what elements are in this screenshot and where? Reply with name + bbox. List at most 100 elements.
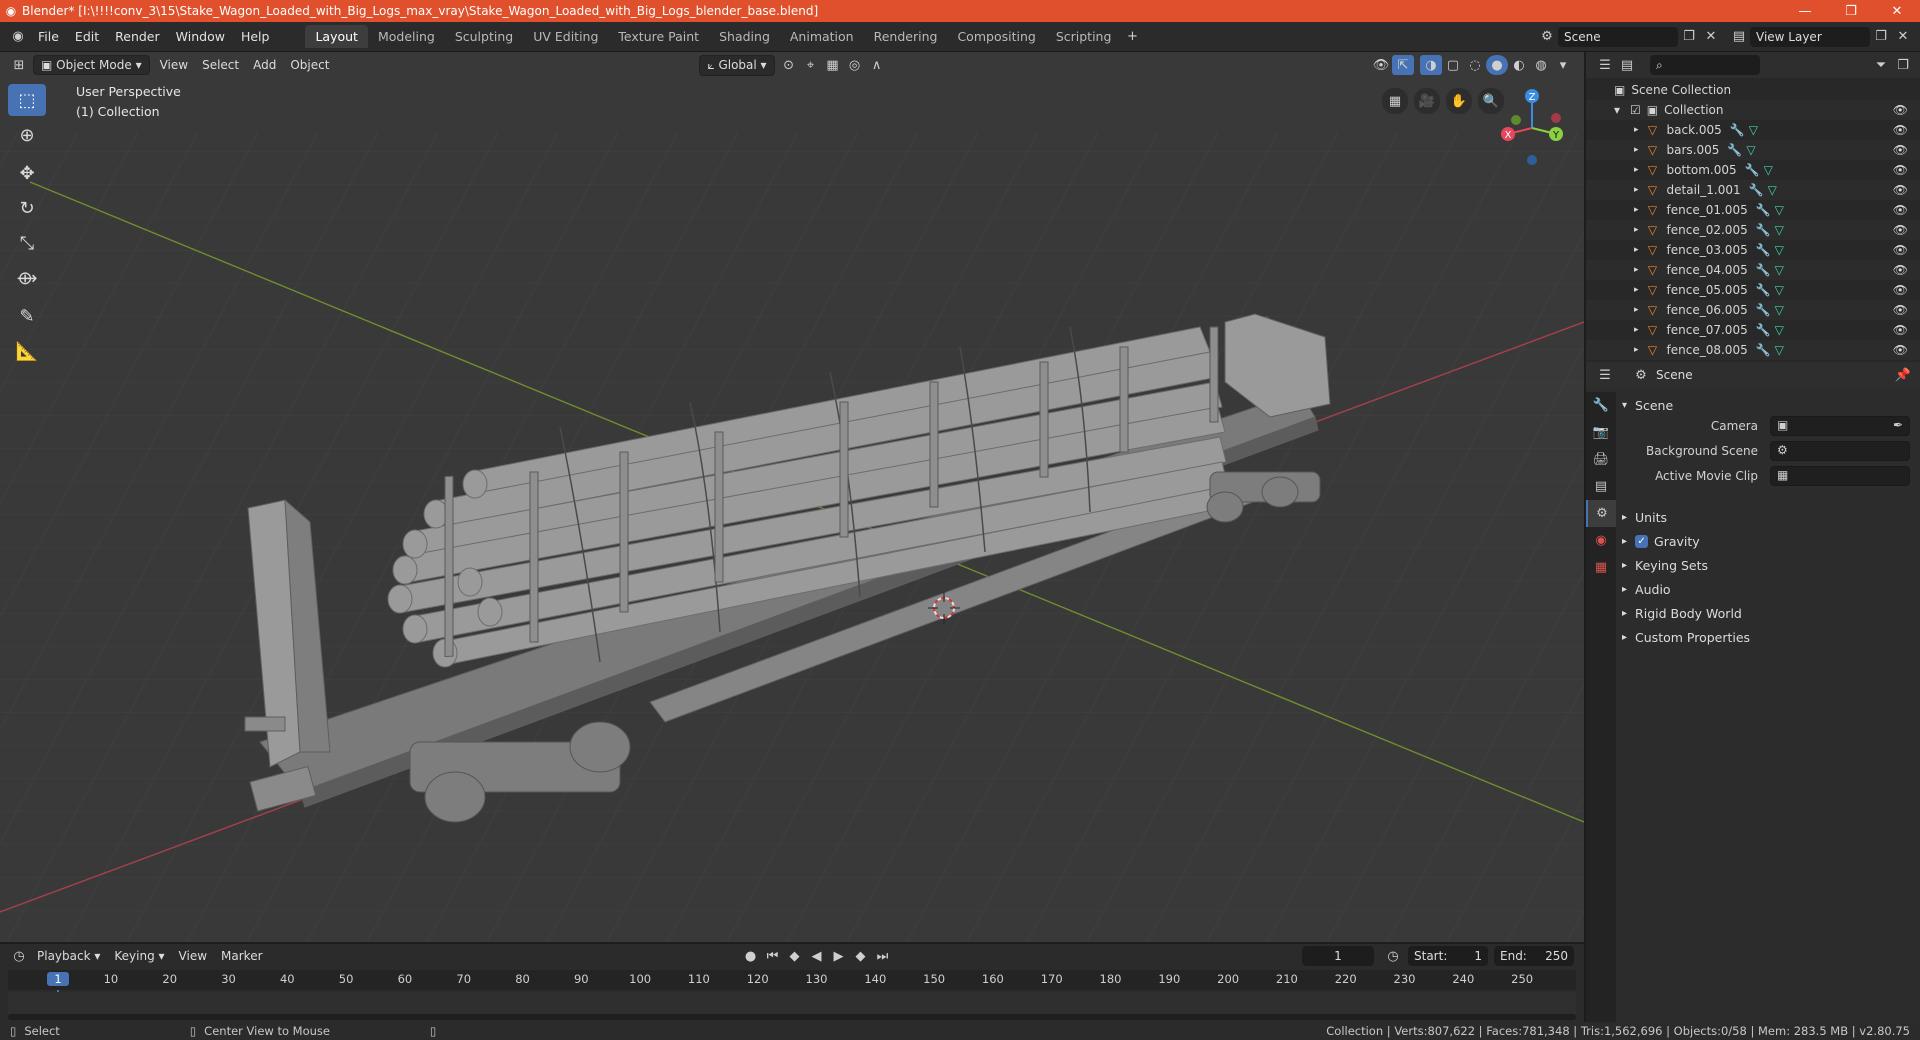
expand-arrow-icon[interactable]: ▸ [1634,145,1639,155]
mesh-data-icon[interactable]: ▽ [1746,143,1755,157]
outliner-object-row[interactable]: ▸ ▽ fence_01.005 🔧 ▽ 👁 [1586,200,1920,220]
expand-arrow-icon[interactable]: ▸ [1634,285,1639,295]
scene-tab-icon[interactable]: ⚙ [1586,500,1616,527]
cursor-tool-icon[interactable]: ⊕ [8,119,46,151]
mesh-data-icon[interactable]: ▽ [1775,263,1784,277]
tool-tab-icon[interactable]: 🔧 [1586,392,1616,419]
output-tab-icon[interactable]: 🖨 [1586,446,1616,473]
viewport-menu-view[interactable]: View [153,56,195,74]
tab-rendering[interactable]: Rendering [864,25,948,48]
visibility-eye-icon[interactable]: 👁 [1893,343,1908,357]
visibility-eye-icon[interactable]: 👁 [1893,283,1908,297]
snap-target-icon[interactable]: ▦ [822,55,844,75]
outliner-object-row[interactable]: ▸ ▽ fence_03.005 🔧 ▽ 👁 [1586,240,1920,260]
checkbox-icon[interactable]: ☑ [1630,103,1641,117]
expand-arrow-icon[interactable]: ▾ [1614,103,1620,117]
viewport-menu-select[interactable]: Select [195,56,246,74]
expand-arrow-icon[interactable]: ▸ [1634,205,1639,215]
editor-type-icon[interactable]: ⊞ [8,55,30,75]
menu-render[interactable]: Render [107,29,168,44]
modifier-wrench-icon[interactable]: 🔧 [1745,163,1760,177]
modifier-wrench-icon[interactable]: 🔧 [1756,203,1771,217]
outliner-scene-collection[interactable]: ▣ Scene Collection [1586,80,1920,100]
new-scene-icon[interactable]: ❐ [1678,27,1700,47]
snap-icon[interactable]: ⌖ [800,55,822,75]
render-tab-icon[interactable]: 📷 [1586,419,1616,446]
outliner-collection[interactable]: ▾ ☑ ▣ Collection 👁 [1586,100,1920,120]
properties-section-gravity[interactable]: ▸ ✓ Gravity [1622,530,1912,552]
outliner-object-row[interactable]: ▸ ▽ detail_1.001 🔧 ▽ 👁 [1586,180,1920,200]
properties-section-custom-properties[interactable]: ▸ Custom Properties [1622,626,1912,648]
outliner-object-row[interactable]: ▸ ▽ fence_04.005 🔧 ▽ 👁 [1586,260,1920,280]
camera-field[interactable]: ▣ ✒ [1770,416,1910,436]
mesh-data-icon[interactable]: ▽ [1775,343,1784,357]
shading-rendered-icon[interactable]: ◍ [1530,55,1552,75]
gizmo-toggle-icon[interactable]: ⇱ [1392,55,1414,75]
tab-shading[interactable]: Shading [709,25,780,48]
new-view-layer-icon[interactable]: ❐ [1870,27,1892,47]
timeline-track-area[interactable] [8,992,1576,1014]
preview-range-icon[interactable]: ◷ [1382,946,1404,966]
frame-ruler[interactable]: 1 10 20 30 40 50 60 70 80 90 100 110 120 130 140 150 160… [8,970,1576,1020]
visibility-eye-icon[interactable]: 👁 [1893,263,1908,277]
outliner-object-row[interactable]: ▸ ▽ bars.005 🔧 ▽ 👁 [1586,140,1920,160]
viewport-scene[interactable] [0,52,1584,942]
outliner-object-row[interactable]: ▸ ▽ fence_05.005 🔧 ▽ 👁 [1586,280,1920,300]
world-tab-icon[interactable]: ◉ [1586,527,1616,554]
prev-keyframe-icon[interactable]: ◆ [784,946,806,966]
properties-section-units[interactable]: ▸ Units [1622,506,1912,528]
annotate-tool-icon[interactable]: ✎ [8,300,46,332]
modifier-wrench-icon[interactable]: 🔧 [1756,323,1771,337]
modifier-wrench-icon[interactable]: 🔧 [1756,263,1771,277]
visibility-eye-icon[interactable]: 👁 [1893,323,1908,337]
pin-icon[interactable]: 📌 [1892,365,1914,385]
expand-arrow-icon[interactable]: ▸ [1634,305,1639,315]
expand-arrow-icon[interactable]: ▸ [1634,265,1639,275]
select-box-tool-icon[interactable]: ⬚ [8,84,46,116]
timeline-editor-type-icon[interactable]: ◷ [8,946,30,966]
delete-view-layer-icon[interactable]: ✕ [1892,27,1914,47]
mesh-data-icon[interactable]: ▽ [1764,163,1773,177]
add-workspace-icon[interactable]: + [1121,27,1143,47]
maximize-button[interactable]: ❐ [1828,4,1874,19]
modifier-wrench-icon[interactable]: 🔧 [1749,183,1764,197]
modifier-wrench-icon[interactable]: 🔧 [1756,303,1771,317]
start-frame-field[interactable]: Start: 1 [1408,946,1488,966]
xray-icon[interactable]: ▢ [1442,55,1464,75]
mesh-data-icon[interactable]: ▽ [1775,283,1784,297]
record-icon[interactable]: ● [740,946,762,966]
close-window-button[interactable]: ✕ [1874,4,1920,19]
expand-arrow-icon[interactable]: ▸ [1634,165,1639,175]
delete-scene-icon[interactable]: ✕ [1700,27,1722,47]
pivot-point-icon[interactable]: ⊙ [778,55,800,75]
expand-arrow-icon[interactable]: ▸ [1634,325,1639,335]
modifier-wrench-icon[interactable]: 🔧 [1756,223,1771,237]
outliner-search-input[interactable]: ⌕ [1650,55,1760,75]
outliner-object-row[interactable]: ▸ ▽ fence_02.005 🔧 ▽ 👁 [1586,220,1920,240]
shading-wireframe-icon[interactable]: ◌ [1464,55,1486,75]
object-mode-dropdown[interactable]: ▣ Object Mode ▾ [33,55,150,75]
visibility-eye-icon[interactable]: 👁 [1893,243,1908,257]
scene-selector[interactable]: Scene [1558,26,1678,47]
visibility-eye-icon[interactable]: 👁 [1893,303,1908,317]
outliner-object-row[interactable]: ▸ ▽ fence_07.005 🔧 ▽ 👁 [1586,320,1920,340]
mesh-data-icon[interactable]: ▽ [1775,243,1784,257]
gravity-checkbox[interactable]: ✓ [1635,534,1649,548]
outliner-editor-type-icon[interactable]: ☰ [1594,55,1616,75]
play-icon[interactable]: ▶ [828,946,850,966]
tab-animation[interactable]: Animation [780,25,864,48]
axis-gizmo[interactable]: Z Y X [1494,84,1568,168]
transform-tool-icon[interactable]: ⟴ [8,262,46,294]
new-collection-icon[interactable]: ❐ [1892,55,1914,75]
properties-editor-type-icon[interactable]: ☰ [1594,365,1616,385]
visibility-eye-icon[interactable]: 👁 [1893,143,1908,157]
expand-arrow-icon[interactable]: ▸ [1634,345,1639,355]
modifier-wrench-icon[interactable]: 🔧 [1756,243,1771,257]
menu-edit[interactable]: Edit [67,29,107,44]
pan-view-icon[interactable]: ✋ [1446,88,1472,114]
mesh-data-icon[interactable]: ▽ [1768,183,1777,197]
scale-tool-icon[interactable]: ⤡ [8,227,46,259]
visibility-eye-icon[interactable]: 👁 [1893,163,1908,177]
viewport-menu-object[interactable]: Object [283,56,336,74]
rotate-tool-icon[interactable]: ↻ [8,192,46,224]
